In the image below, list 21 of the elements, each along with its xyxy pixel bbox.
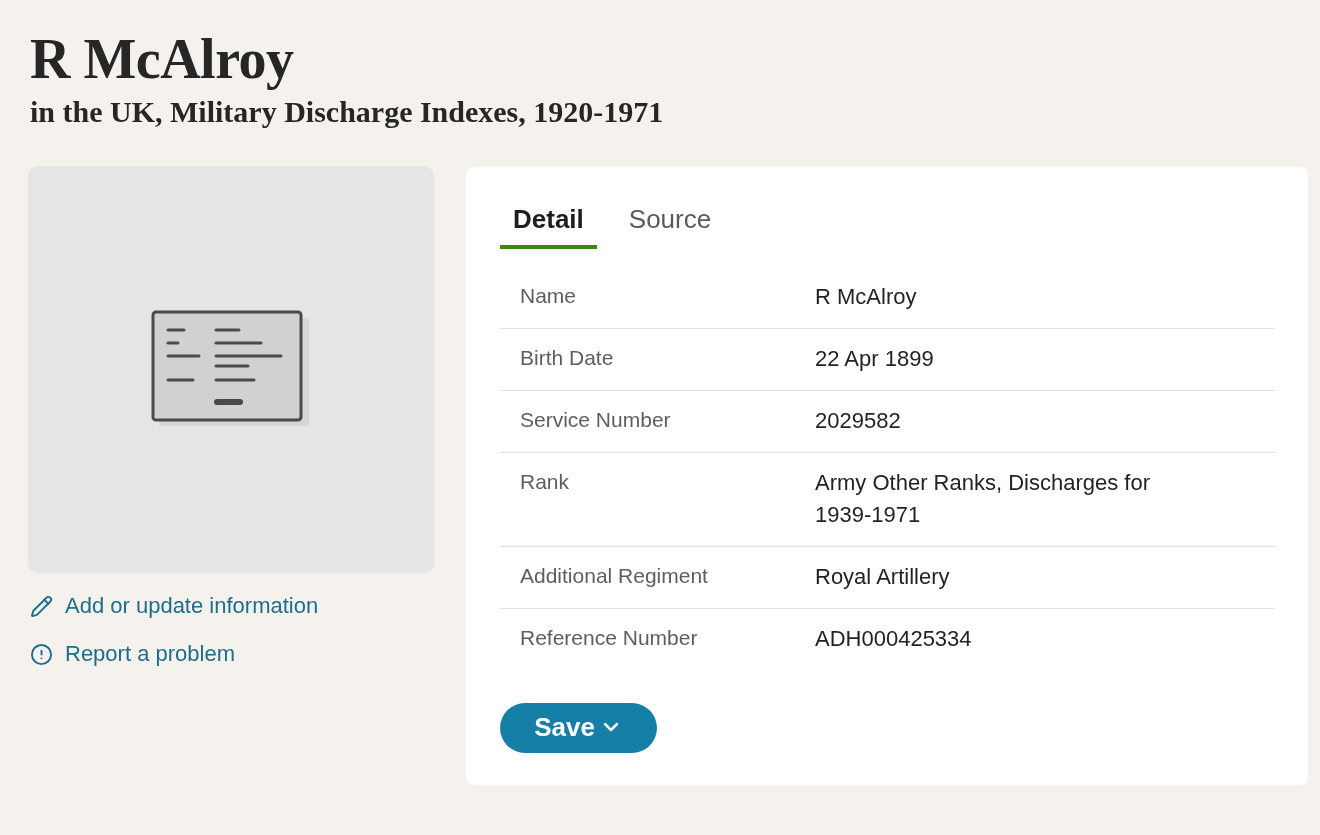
field-label: Service Number xyxy=(519,407,672,433)
field-value: 2029582 xyxy=(815,407,902,435)
record-subtitle: in the UK, Military Discharge Indexes, 1920-1971 xyxy=(30,94,665,130)
field-value: R McAlroy xyxy=(815,283,918,311)
record-title: R McAlroy xyxy=(30,27,295,92)
save-button[interactable]: Save xyxy=(500,703,657,753)
field-value: ADH000425334 xyxy=(815,625,973,653)
add-info-link[interactable]: Add or update information xyxy=(30,590,319,622)
field-label: Rank xyxy=(519,469,571,495)
pencil-icon xyxy=(30,594,53,618)
tab[interactable]: Detail xyxy=(500,195,597,249)
field-label: Birth Date xyxy=(519,345,615,371)
field-label: Additional Regiment xyxy=(519,563,709,589)
field-value: Army Other Ranks, Discharges for 1939-1971 xyxy=(815,469,1151,529)
report-problem-link[interactable]: Report a problem xyxy=(30,638,235,670)
field-value: 22 Apr 1899 xyxy=(815,345,935,373)
alert-icon xyxy=(30,642,53,666)
tab[interactable]: Source xyxy=(615,195,725,249)
field-label: Name xyxy=(519,283,578,309)
field-value: Royal Artillery xyxy=(815,563,951,591)
field-label: Reference Number xyxy=(519,625,699,651)
